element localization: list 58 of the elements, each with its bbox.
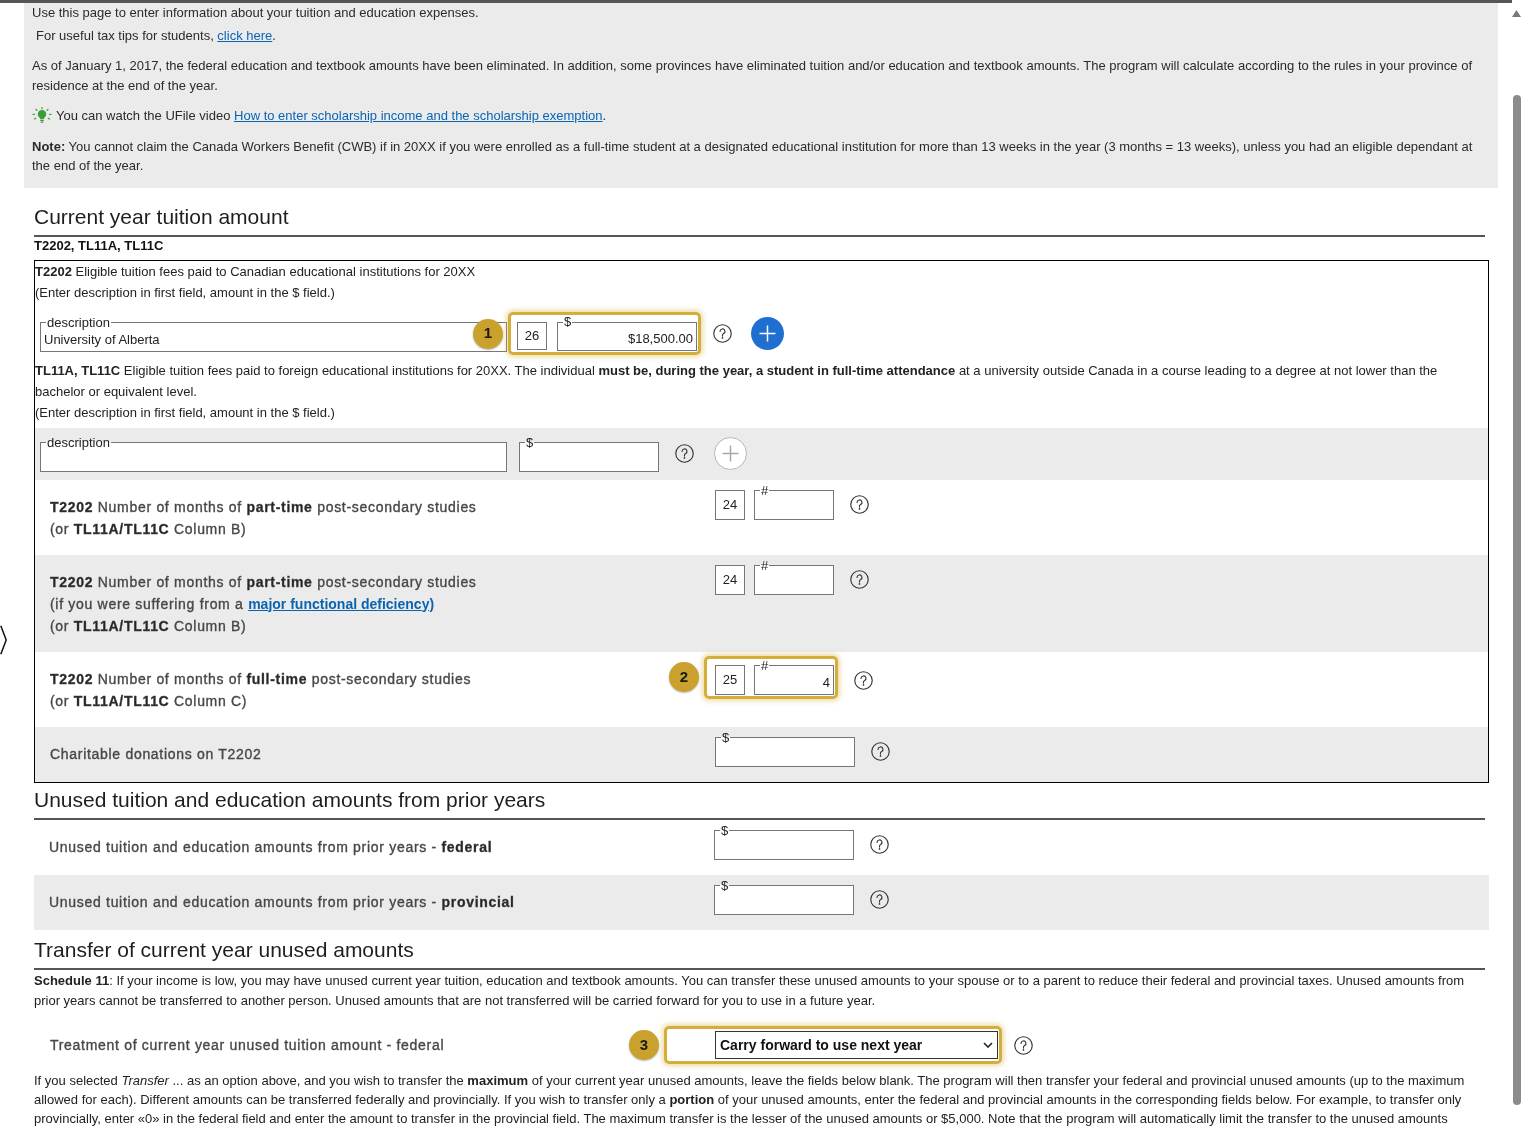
help-icon[interactable]: [1014, 1035, 1033, 1055]
plus-icon: [759, 325, 776, 342]
field-label: Unused tuition and education amounts from prior years - federal: [49, 837, 493, 857]
line-code: 24: [715, 489, 745, 520]
help-icon[interactable]: [871, 742, 890, 761]
field-label: Charitable donations on T2202: [50, 744, 262, 764]
section-title: Transfer of current year unused amounts: [34, 937, 415, 962]
description-field[interactable]: description: [40, 435, 507, 472]
amount-field[interactable]: $: [714, 878, 854, 915]
amount-field[interactable]: $: [714, 823, 854, 860]
field-label: T2202 Number of months of part-time post-secondary studies (if you were suffering from a major functional deficiency) (or TL11A/TL11C Column B): [50, 572, 477, 636]
line-code: 26: [517, 322, 547, 350]
treatment-select[interactable]: Carry forward to use next year: [715, 1031, 998, 1059]
field-label: Treatment of current year unused tuition amount - federal: [50, 1036, 445, 1055]
number-field[interactable]: #: [754, 483, 834, 520]
info-text: As of January 1, 2017, the federal education and textbook amounts have been eliminated. In addition, some provinces have eliminated tuition and/or education and textbook amounts. The program will calculate according to the rules in your province of residence at the end of the year.: [32, 57, 1474, 95]
field-label: T2202 Number of months of part-time post-secondary studies (or TL11A/TL11C Column B): [50, 497, 477, 539]
lightbulb-icon: [32, 106, 52, 125]
caret-icon: [983, 1042, 993, 1048]
help-icon[interactable]: [870, 835, 889, 854]
scrollbar-thumb[interactable]: [1513, 95, 1521, 1105]
add-button[interactable]: [751, 317, 784, 350]
amount-field[interactable]: $ $18,500.00: [557, 315, 697, 351]
info-text: Note: You cannot claim the Canada Workers Benefit (CWB) if in 20XX if you were enrolled as a full-time student at a designated educational institution for more than 13 weeks in the year (3 months = 13 weeks), unless you had an eligible dependant at the end of the year.: [32, 137, 1474, 175]
note-text: If you selected Transfer ... as an option above, and you wish to transfer the maximum of your current year unused amounts, leave the fields below blank. The program will then transfer your federal and provincial unused amounts (up to the maximum allowed for each). Different amounts can be transferred federally and provincially. If you wish to transfer only a portion of your unused amounts, enter the federal and provincial amounts in the corresponding fields below. For example, to transfer only provincially, enter «0» in the federal field and enter the amount to transfer in the provincial field. The maximum transfer is the lesser of the unused amounts or $5,000. Note that the program will automatically limit the transfer to the unused amounts: [34, 1071, 1466, 1128]
help-icon[interactable]: [870, 890, 889, 909]
hint-text: (Enter description in first field, amount in the $ field.): [35, 403, 336, 422]
scroll-up-arrow-icon[interactable]: [1512, 10, 1521, 17]
info-link[interactable]: major functional deficiency): [248, 595, 435, 612]
amount-field[interactable]: $: [715, 730, 855, 767]
hint-text: (Enter description in first field, amount in the $ field.): [35, 283, 336, 302]
info-text: Use this page to enter information about your tuition and education expenses.: [32, 4, 480, 22]
amount-field[interactable]: $: [519, 435, 659, 472]
help-icon[interactable]: [850, 570, 869, 589]
plus-icon: [722, 445, 739, 462]
step-badge: 3: [629, 1030, 659, 1060]
line-code: 24: [715, 564, 745, 595]
section-description: Schedule 11: If your income is low, you may have unused current year tuition, education and textbook amounts. You can transfer these unused amounts to your spouse or to a parent to reduce their federal and provincial taxes. Unused amounts from prior years cannot be transferred to another person. Unused amounts that are not transferred will be carried forward for you to use in a future year.: [34, 971, 1466, 1010]
info-text: You can watch the UFile video How to enter scholarship income and the scholarship exemption.: [56, 107, 607, 125]
number-field[interactable]: #: [754, 558, 834, 595]
info-text: For useful tax tips for students, click here.: [35, 26, 277, 45]
help-icon[interactable]: [713, 324, 732, 343]
section-subtitle: T2202, TL11A, TL11C: [34, 236, 165, 255]
help-icon[interactable]: [854, 670, 873, 690]
section-title: Current year tuition amount: [34, 204, 290, 229]
chevron-right-icon[interactable]: [0, 625, 7, 655]
description-text: T2202 Eligible tuition fees paid to Canadian educational institutions for 20XX: [35, 262, 477, 281]
line-code: 25: [715, 664, 745, 695]
field-label: T2202 Number of months of full-time post-secondary studies (or TL11A/TL11C Column C): [50, 669, 472, 711]
section-title: Unused tuition and education amounts from prior years: [34, 787, 547, 812]
field-label: Unused tuition and education amounts from prior years - provincial: [49, 892, 515, 912]
info-link[interactable]: How to enter scholarship income and the scholarship exemption: [234, 108, 603, 123]
step-badge: 2: [669, 662, 699, 692]
help-icon[interactable]: [675, 444, 694, 463]
help-icon[interactable]: [850, 495, 869, 514]
description-text: TL11A, TL11C Eligible tuition fees paid to foreign educational institutions for 20XX. The individual must be, during the year, a student in full-time attendance at a university outside Canada in a course leading to a degree at not lower than the bachelor or equivalent level.: [35, 361, 1439, 401]
number-field[interactable]: # 4: [754, 658, 834, 695]
step-badge: 1: [473, 318, 503, 349]
